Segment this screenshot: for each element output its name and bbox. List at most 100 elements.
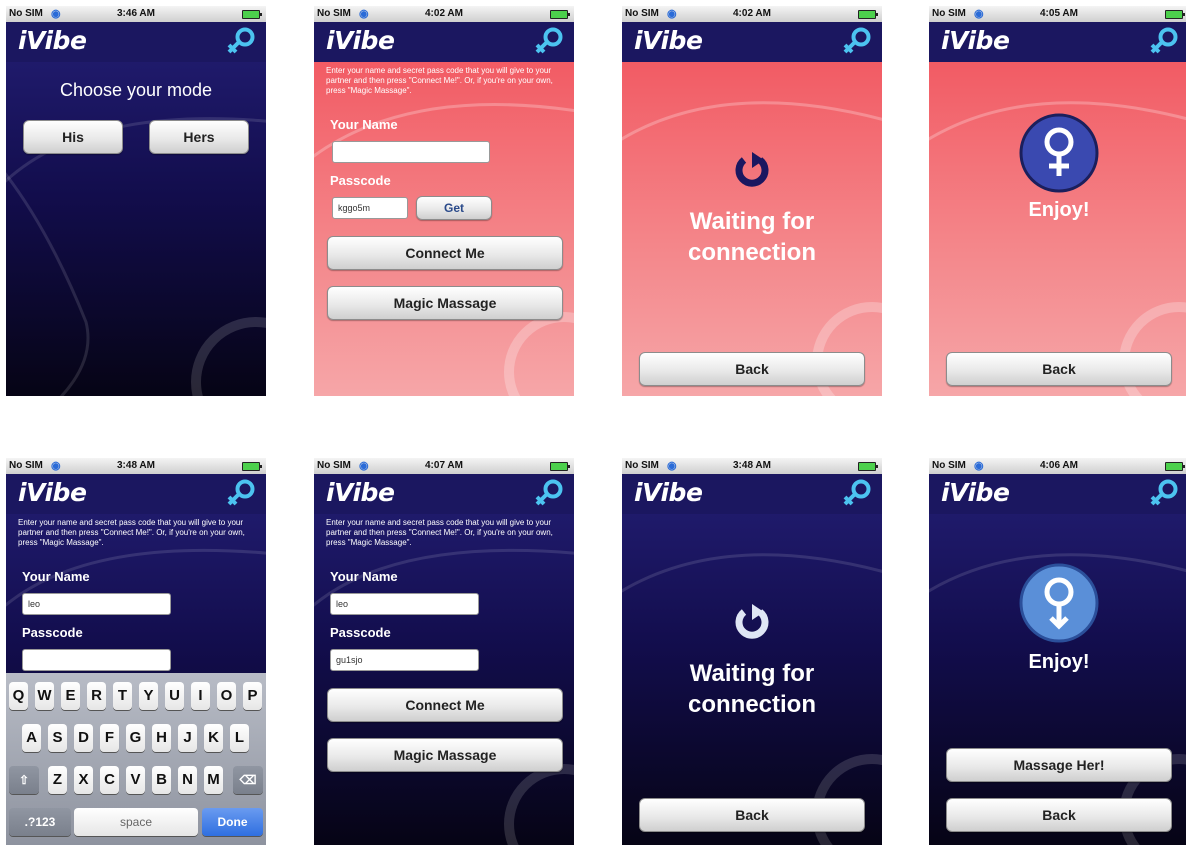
key[interactable]: M: [204, 766, 223, 794]
app-header: iVibe: [314, 22, 574, 62]
clock: 4:02 AM: [425, 8, 463, 19]
battery-icon: [1165, 462, 1185, 471]
key[interactable]: J: [178, 724, 197, 752]
key[interactable]: A: [22, 724, 41, 752]
name-field[interactable]: leo: [330, 593, 479, 615]
key[interactable]: X: [74, 766, 93, 794]
key[interactable]: N: [178, 766, 197, 794]
background-swirl: [314, 103, 574, 396]
key[interactable]: U: [165, 682, 184, 710]
back-button[interactable]: Back: [639, 798, 865, 832]
key[interactable]: K: [204, 724, 223, 752]
numbers-key[interactable]: .?123: [9, 808, 71, 836]
clock: 3:48 AM: [733, 460, 771, 471]
key[interactable]: O: [217, 682, 236, 710]
massage-her-button[interactable]: Massage Her!: [946, 748, 1172, 782]
key[interactable]: W: [35, 682, 54, 710]
back-button[interactable]: Back: [946, 798, 1172, 832]
key[interactable]: H: [152, 724, 171, 752]
name-label: Your Name: [330, 569, 398, 584]
key[interactable]: G: [126, 724, 145, 752]
screen-enjoy-pink: No SIM ◉ 4:05 AM iVibe Enjoy! Back: [929, 6, 1186, 396]
main-panel: Enter your name and secret pass code tha…: [314, 62, 574, 396]
refresh-icon: [735, 152, 769, 187]
key[interactable]: F: [100, 724, 119, 752]
key[interactable]: R: [87, 682, 106, 710]
waiting-line-2: connection: [687, 239, 816, 266]
key[interactable]: P: [243, 682, 262, 710]
female-symbol-icon: [843, 27, 871, 54]
space-key[interactable]: space: [74, 808, 198, 836]
passcode-label: Passcode: [330, 173, 391, 188]
passcode-label: Passcode: [22, 625, 83, 640]
battery-icon: [858, 462, 878, 471]
key[interactable]: Z: [48, 766, 67, 794]
app-header: iVibe: [6, 22, 266, 62]
instructions-text: Enter your name and secret pass code tha…: [326, 518, 553, 547]
key[interactable]: B: [152, 766, 171, 794]
key[interactable]: E: [61, 682, 80, 710]
key[interactable]: Y: [139, 682, 158, 710]
connect-me-button[interactable]: Connect Me: [327, 236, 563, 270]
clock: 4:02 AM: [733, 8, 771, 19]
female-symbol-icon: [535, 27, 563, 54]
magic-massage-button[interactable]: Magic Massage: [327, 738, 563, 772]
female-symbol-icon: [1019, 113, 1099, 193]
back-button[interactable]: Back: [946, 352, 1172, 386]
battery-icon: [242, 462, 262, 471]
screen-waiting-dark: No SIM ◉ 3:48 AM iVibe Waiting for conne…: [622, 458, 882, 845]
his-button[interactable]: His: [23, 120, 123, 154]
refresh-icon: [735, 604, 769, 639]
screen-connect-form-dark: No SIM ◉ 4:07 AM iVibe Enter your name a…: [314, 458, 574, 845]
main-panel: Waiting for connection Back: [622, 62, 882, 396]
key[interactable]: D: [74, 724, 93, 752]
name-field[interactable]: leo: [22, 593, 171, 615]
screen-connect-form-keyboard: No SIM ◉ 3:48 AM iVibe Enter your name a…: [6, 458, 266, 845]
shift-icon[interactable]: ⇧: [9, 766, 39, 794]
app-logo: iVibe: [941, 26, 1010, 55]
status-bar: No SIM ◉ 3:48 AM: [622, 458, 882, 474]
background-swirl: [6, 117, 266, 396]
app-logo: iVibe: [634, 478, 703, 507]
app-logo: iVibe: [634, 26, 703, 55]
clock: 3:46 AM: [117, 8, 155, 19]
enjoy-text: Enjoy!: [1028, 199, 1090, 221]
get-passcode-button[interactable]: Get: [416, 196, 492, 220]
done-key[interactable]: Done: [202, 808, 263, 836]
app-logo: iVibe: [18, 478, 87, 507]
key[interactable]: V: [126, 766, 145, 794]
key[interactable]: S: [48, 724, 67, 752]
connect-me-button[interactable]: Connect Me: [327, 688, 563, 722]
passcode-field[interactable]: [22, 649, 171, 671]
key[interactable]: T: [113, 682, 132, 710]
name-field[interactable]: [332, 141, 490, 163]
back-button[interactable]: Back: [639, 352, 865, 386]
screen-choose-mode: No SIM ◉ 3:46 AM iVibe Choose your mode …: [6, 6, 266, 396]
app-logo: iVibe: [941, 478, 1010, 507]
hers-button[interactable]: Hers: [149, 120, 249, 154]
female-symbol-icon: [1150, 27, 1178, 54]
female-symbol-icon: [227, 479, 255, 506]
key[interactable]: I: [191, 682, 210, 710]
name-label: Your Name: [330, 117, 398, 132]
key[interactable]: L: [230, 724, 249, 752]
main-panel: Enter your name and secret pass code tha…: [314, 514, 574, 845]
app-logo: iVibe: [326, 26, 395, 55]
backspace-icon[interactable]: ⌫: [233, 766, 263, 794]
passcode-field[interactable]: kggo5m: [332, 197, 408, 219]
enjoy-text: Enjoy!: [1028, 651, 1090, 673]
app-logo: iVibe: [18, 26, 87, 55]
key[interactable]: C: [100, 766, 119, 794]
status-bar: No SIM ◉ 4:05 AM: [929, 6, 1186, 22]
instructions-text: Enter your name and secret pass code tha…: [18, 518, 245, 547]
key[interactable]: Q: [9, 682, 28, 710]
magic-massage-button[interactable]: Magic Massage: [327, 286, 563, 320]
main-panel: Choose your mode His Hers: [6, 62, 266, 396]
app-header: iVibe: [929, 22, 1186, 62]
waiting-line-1: Waiting for: [689, 208, 815, 235]
instructions-text: Enter your name and secret pass code tha…: [326, 66, 553, 95]
app-header: iVibe: [622, 22, 882, 62]
mode-title: Choose your mode: [59, 80, 213, 100]
female-symbol-icon: [535, 479, 563, 506]
passcode-field[interactable]: gu1sjo: [330, 649, 479, 671]
